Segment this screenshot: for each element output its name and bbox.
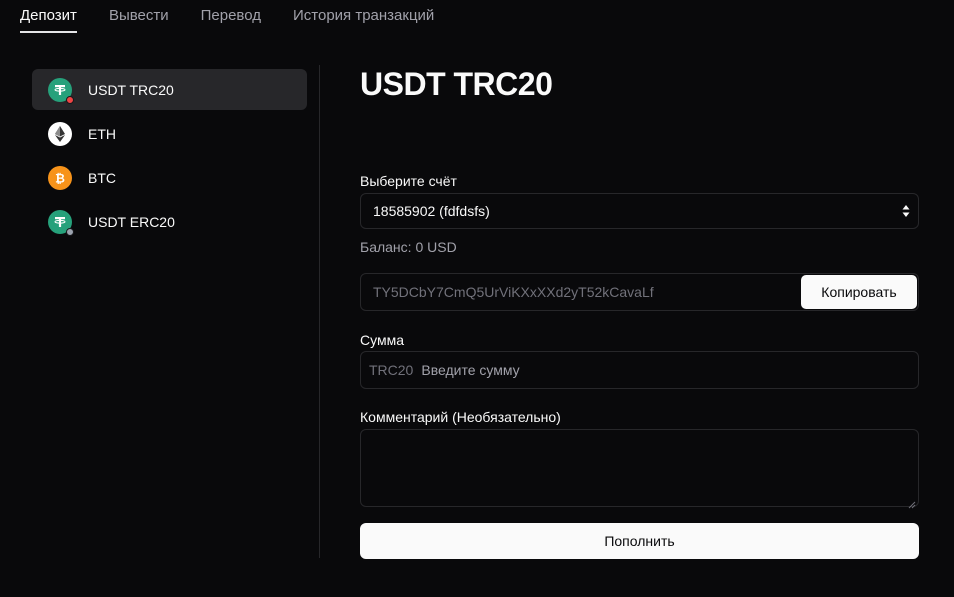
sidebar-item-label: ETH <box>88 125 116 142</box>
sidebar-item-usdt-trc20[interactable]: USDT TRC20 <box>32 69 307 110</box>
status-badge <box>66 95 74 104</box>
deposit-submit-button[interactable]: Пополнить <box>360 523 919 559</box>
deposit-address-field[interactable]: TY5DCbY7CmQ5UrViKXxXXd2yT52kCavaLf Копир… <box>360 273 919 311</box>
copy-button[interactable]: Копировать <box>801 275 917 309</box>
sidebar-item-label: BTC <box>88 169 116 186</box>
account-select[interactable]: 18585902 (fdfdsfs) <box>360 193 919 229</box>
sidebar-item-label: USDT ERC20 <box>88 213 175 230</box>
tab-transaction-history[interactable]: История транзакций <box>293 0 434 33</box>
vertical-divider <box>319 65 320 558</box>
tab-bar: Депозит Вывести Перевод История транзакц… <box>20 0 466 33</box>
page-title: USDT TRC20 <box>360 66 553 102</box>
sidebar-item-btc[interactable]: ₿ BTC <box>32 157 307 198</box>
amount-currency-prefix: TRC20 <box>369 362 414 378</box>
tether-icon <box>48 77 74 104</box>
ethereum-icon <box>48 121 72 146</box>
tether-icon <box>48 209 74 236</box>
resize-handle-icon[interactable] <box>908 496 916 509</box>
bitcoin-icon: ₿ <box>48 165 72 190</box>
tab-withdraw[interactable]: Вывести <box>109 0 169 33</box>
tab-transfer[interactable]: Перевод <box>201 0 261 33</box>
account-select-value: 18585902 (fdfdsfs) <box>373 203 490 219</box>
balance-text: Баланс: 0 USD <box>360 239 457 255</box>
sidebar-item-eth[interactable]: ETH <box>32 113 307 154</box>
comment-label: Комментарий (Необязательно) <box>360 409 561 425</box>
currency-sidebar: USDT TRC20 ETH ₿ BTC USDT ERC20 <box>32 69 307 245</box>
chevron-up-down-icon <box>902 203 910 219</box>
sidebar-item-usdt-erc20[interactable]: USDT ERC20 <box>32 201 307 242</box>
amount-label: Сумма <box>360 332 404 348</box>
status-badge <box>66 227 74 236</box>
sidebar-item-label: USDT TRC20 <box>88 81 174 98</box>
amount-placeholder: Введите сумму <box>421 362 520 378</box>
tab-deposit[interactable]: Депозит <box>20 0 77 33</box>
amount-input[interactable]: TRC20 Введите сумму <box>360 351 919 389</box>
svg-text:₿: ₿ <box>55 171 65 185</box>
account-label: Выберите счёт <box>360 173 457 189</box>
comment-textarea[interactable] <box>360 429 919 509</box>
